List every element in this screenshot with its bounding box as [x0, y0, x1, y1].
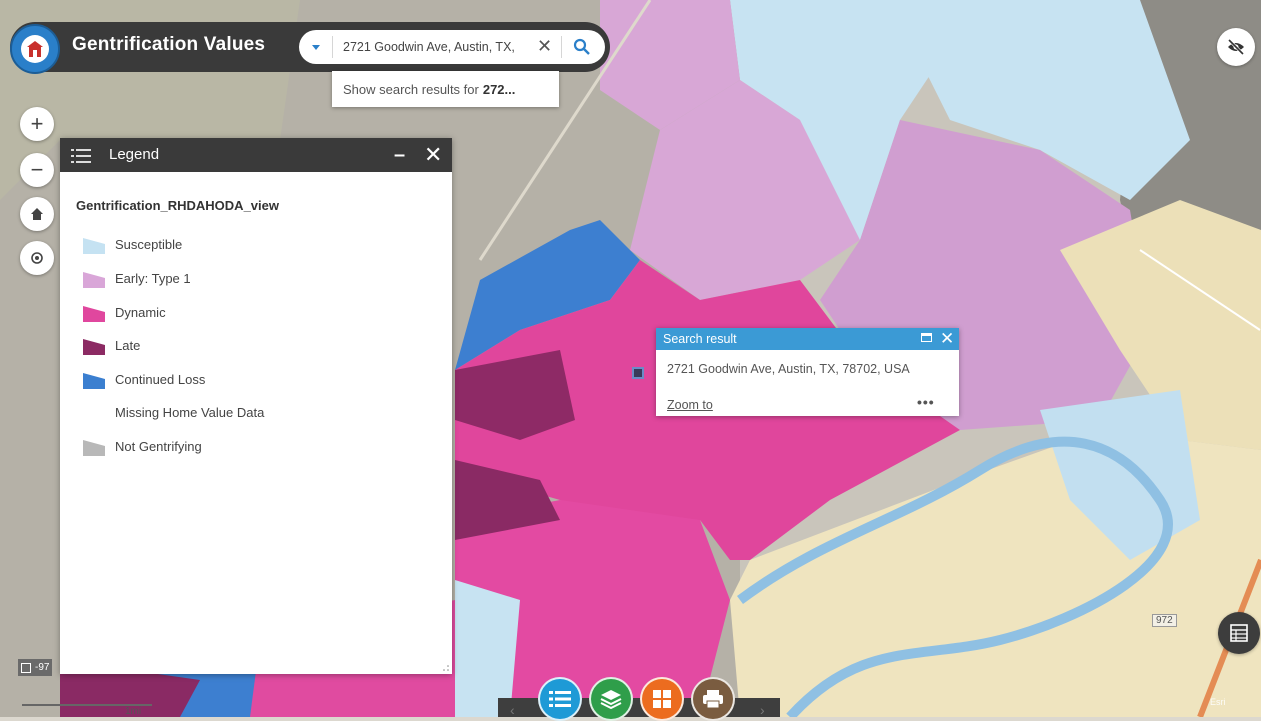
legend-item: Continued Loss [82, 367, 205, 391]
scale-label: 1mi [125, 706, 142, 717]
legend-header: Legend – ✕ [60, 138, 452, 172]
legend-item: Early: Type 1 [82, 266, 191, 290]
layers-icon [600, 690, 622, 709]
print-button[interactable] [691, 677, 735, 721]
layers-tool-button[interactable] [589, 677, 633, 721]
locate-button[interactable] [20, 241, 54, 275]
search-button[interactable] [569, 35, 595, 59]
locate-icon [31, 252, 43, 264]
legend-list-icon [549, 691, 571, 707]
eye-off-icon [1227, 39, 1245, 55]
legend-item: Dynamic [82, 300, 166, 324]
list-icon [71, 149, 91, 163]
app-logo [10, 24, 60, 74]
search-input[interactable] [343, 38, 533, 56]
legend-panel: Legend – ✕ Gentrification_RHDAHODA_view … [60, 138, 452, 674]
resize-grip-icon[interactable] [442, 664, 450, 672]
legend-tool-button[interactable] [538, 677, 582, 721]
app-title: Gentrification Values [72, 34, 266, 55]
legend-item-label: Late [115, 337, 141, 353]
legend-item-label: Early: Type 1 [115, 270, 191, 286]
basemap-gallery-button[interactable] [640, 677, 684, 721]
legend-swatch [82, 267, 106, 289]
minimize-button[interactable]: – [394, 144, 405, 167]
map-region-susceptible [455, 580, 520, 717]
search-source-dropdown[interactable] [303, 35, 329, 59]
zoom-to-link[interactable]: Zoom to [667, 398, 713, 412]
zoom-in-button[interactable]: + [20, 107, 54, 141]
legend-item: Late [82, 333, 140, 357]
coordinates-readout: -97 [18, 659, 53, 676]
legend-layer-name: Gentrification_RHDAHODA_view [76, 198, 279, 213]
esri-attribution: Esri [1210, 697, 1226, 707]
zoom-out-button[interactable]: − [20, 153, 54, 187]
popup-address: 2721 Goodwin Ave, Austin, TX, 78702, USA [667, 362, 910, 376]
visibility-toggle-button[interactable] [1217, 28, 1255, 66]
search-result-marker[interactable] [632, 367, 644, 379]
legend-item-label: Missing Home Value Data [115, 404, 265, 420]
suggestion-prefix: Show search results for [343, 81, 479, 97]
crosshair-icon [21, 662, 31, 673]
route-shield: 972 [1152, 614, 1177, 627]
popup-close-button[interactable]: ✕ [940, 329, 954, 349]
search-box: ✕ [299, 30, 605, 64]
house-icon [27, 41, 43, 57]
search-suggestion[interactable]: Show search results for 272... [332, 71, 559, 107]
legend-title: Legend [109, 146, 160, 163]
legend-swatch [82, 435, 106, 457]
search-icon [573, 38, 590, 55]
attribute-table-button[interactable] [1218, 612, 1260, 654]
popup-header: Search result ✕ [656, 328, 959, 350]
printer-icon [703, 690, 723, 709]
grid-icon [653, 690, 671, 708]
table-icon [1230, 624, 1248, 642]
toolbar-prev-button[interactable]: ‹ [510, 702, 515, 718]
legend-item-label: Dynamic [115, 304, 166, 320]
legend-item-label: Susceptible [115, 236, 183, 252]
legend-item-label: Continued Loss [115, 371, 206, 387]
legend-swatch [82, 401, 106, 423]
more-actions-button[interactable]: ••• [917, 394, 935, 410]
clear-search-icon[interactable]: ✕ [537, 35, 552, 57]
maximize-icon[interactable] [921, 333, 932, 342]
toolbar-next-button[interactable]: › [760, 702, 765, 718]
legend-swatch [82, 233, 106, 255]
popup-title: Search result [663, 332, 737, 346]
home-button[interactable] [20, 197, 54, 231]
search-result-popup: Search result ✕ 2721 Goodwin Ave, Austin… [656, 328, 959, 416]
suggestion-term: 272... [482, 81, 516, 97]
legend-item: Not Gentrifying [82, 434, 202, 458]
close-button[interactable]: ✕ [424, 142, 442, 168]
legend-swatch [82, 301, 106, 323]
home-icon [31, 208, 43, 220]
legend-swatch [82, 334, 106, 356]
legend-item: Missing Home Value Data [82, 400, 264, 424]
chevron-down-icon [312, 44, 320, 50]
legend-item-label: Not Gentrifying [115, 438, 202, 454]
legend-item: Susceptible [82, 232, 182, 256]
legend-swatch [82, 368, 106, 390]
